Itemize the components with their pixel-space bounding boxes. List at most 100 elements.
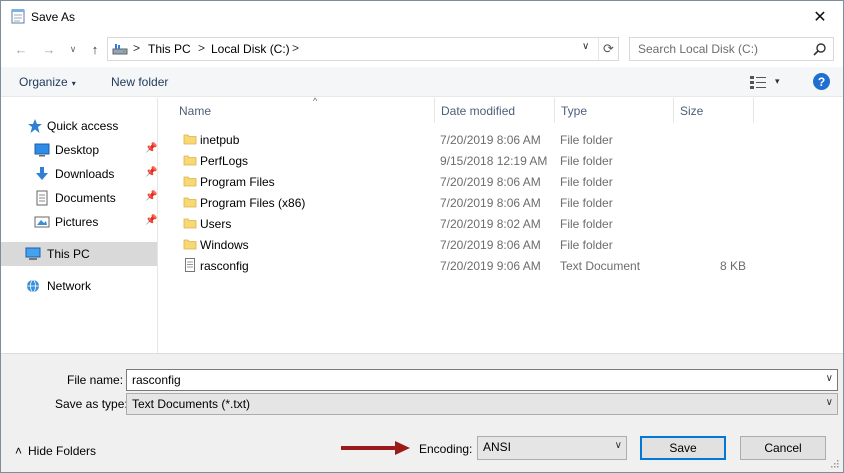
- encoding-select[interactable]: ANSI ∨: [477, 436, 627, 460]
- file-name: PerfLogs: [200, 154, 249, 168]
- save-type-select[interactable]: Text Documents (*.txt) ∨: [126, 393, 838, 415]
- column-label: Type: [561, 104, 588, 118]
- file-name: Users: [200, 217, 232, 231]
- file-name: Program Files (x86): [200, 196, 306, 210]
- file-type: File folder: [560, 154, 613, 168]
- column-header-name[interactable]: Name ^: [173, 96, 435, 123]
- column-label: Name: [179, 104, 212, 118]
- file-name-value: rasconfig: [132, 373, 181, 387]
- file-name: inetpub: [200, 133, 240, 147]
- file-name-label: File name:: [67, 373, 124, 387]
- organize-menu[interactable]: Organize ▾: [19, 75, 76, 89]
- nav-item-network[interactable]: Network: [1, 274, 157, 298]
- pin-icon: 📌: [145, 143, 158, 154]
- file-row[interactable]: PerfLogs 9/15/2018 12:19 AM File folder: [159, 150, 843, 171]
- column-label: Date modified: [441, 104, 516, 118]
- hide-folders-button[interactable]: ˄ Hide Folders: [15, 444, 96, 458]
- up-button[interactable]: ↑: [85, 39, 105, 59]
- drive-icon: [112, 44, 128, 55]
- file-type: File folder: [560, 133, 613, 147]
- chevron-down-icon: ∨: [825, 397, 833, 408]
- desktop-icon: [34, 143, 50, 157]
- nav-label: Quick access: [47, 119, 119, 133]
- new-folder-button[interactable]: New folder: [111, 75, 168, 89]
- file-name-input[interactable]: rasconfig ∨: [126, 369, 838, 391]
- search-input[interactable]: Search Local Disk (C:): [629, 37, 834, 61]
- column-header-size[interactable]: Size: [674, 98, 754, 123]
- text-file-icon: [183, 258, 197, 272]
- pin-icon: 📌: [145, 167, 158, 178]
- nav-item-downloads[interactable]: Downloads 📌: [1, 162, 157, 186]
- breadcrumb-separator: >: [292, 41, 300, 55]
- chevron-down-icon: ∨: [614, 440, 622, 451]
- back-button[interactable]: ←: [11, 39, 31, 59]
- file-list: Name ^ Date modified Type Size inetpub 7/…: [159, 96, 843, 353]
- column-header-date[interactable]: Date modified: [435, 98, 555, 123]
- organize-label: Organize: [19, 75, 68, 89]
- folder-icon: [183, 153, 197, 167]
- download-icon: [36, 167, 48, 180]
- refresh-button[interactable]: ⟳: [598, 38, 618, 60]
- nav-item-this-pc[interactable]: This PC: [1, 242, 157, 266]
- file-name: Program Files: [200, 175, 275, 189]
- search-icon[interactable]: [813, 42, 827, 56]
- encoding-label: Encoding:: [419, 442, 473, 456]
- refresh-icon: ⟳: [603, 41, 614, 56]
- breadcrumb-separator: >: [133, 41, 141, 55]
- hide-folders-label: Hide Folders: [28, 444, 97, 458]
- help-icon[interactable]: ?: [813, 73, 830, 90]
- chevron-down-icon: ∨: [69, 43, 77, 54]
- file-type: File folder: [560, 175, 613, 189]
- file-row[interactable]: Program Files (x86) 7/20/2019 8:06 AM File…: [159, 192, 843, 213]
- file-type: Text Document: [560, 259, 641, 273]
- folder-icon: [183, 237, 197, 251]
- forward-button[interactable]: →: [39, 39, 59, 59]
- nav-item-pictures[interactable]: Pictures 📌: [1, 210, 157, 234]
- breadcrumb-local-disk[interactable]: Local Disk (C:): [211, 42, 290, 56]
- file-row[interactable]: Users 7/20/2019 8:02 AM File folder: [159, 213, 843, 234]
- address-bar[interactable]: > This PC > Local Disk (C:) > ∨ ⟳: [107, 37, 619, 61]
- command-bar: Organize ▾ New folder ▾ ?: [1, 67, 843, 97]
- folder-icon: [183, 195, 197, 209]
- save-button[interactable]: Save: [640, 436, 726, 460]
- caret-down-icon: ▾: [71, 79, 76, 88]
- file-row[interactable]: rasconfig 7/20/2019 9:06 AM Text Document 8…: [159, 255, 843, 276]
- recent-locations-button[interactable]: ∨: [63, 39, 83, 59]
- file-row[interactable]: inetpub 7/20/2019 8:06 AM File folder: [159, 129, 843, 150]
- address-dropdown-icon[interactable]: ∨: [582, 41, 589, 52]
- breadcrumb-separator: >: [198, 41, 206, 55]
- file-date: 7/20/2019 8:06 AM: [440, 133, 541, 147]
- file-date: 7/20/2019 8:06 AM: [440, 175, 541, 189]
- network-icon: [27, 279, 39, 293]
- file-type: File folder: [560, 217, 613, 231]
- file-row[interactable]: Program Files 7/20/2019 8:06 AM File folde…: [159, 171, 843, 192]
- folder-icon: [183, 132, 197, 146]
- file-row[interactable]: Windows 7/20/2019 8:06 AM File folder: [159, 234, 843, 255]
- breadcrumb-this-pc[interactable]: This PC: [148, 42, 191, 56]
- chevron-down-icon[interactable]: ∨: [826, 373, 833, 384]
- nav-item-documents[interactable]: Documents 📌: [1, 186, 157, 210]
- file-type: File folder: [560, 238, 613, 252]
- arrow-up-icon: ↑: [91, 41, 99, 57]
- close-button[interactable]: ✕: [797, 1, 843, 32]
- save-type-value: Text Documents (*.txt): [132, 397, 251, 411]
- search-placeholder: Search Local Disk (C:): [638, 42, 759, 56]
- file-name: rasconfig: [200, 259, 249, 273]
- file-date: 9/15/2018 12:19 AM: [440, 154, 548, 168]
- file-date: 7/20/2019 8:06 AM: [440, 196, 541, 210]
- view-options-icon[interactable]: [749, 75, 767, 89]
- nav-item-quick-access[interactable]: Quick access: [1, 114, 157, 138]
- nav-label: This PC: [47, 247, 90, 261]
- column-header-type[interactable]: Type: [555, 98, 674, 123]
- view-dropdown-icon[interactable]: ▾: [775, 76, 780, 87]
- sort-ascending-icon: ^: [313, 96, 318, 106]
- nav-label: Downloads: [55, 167, 115, 181]
- annotation-arrow-icon: [341, 441, 410, 455]
- file-size: 8 KB: [719, 259, 746, 273]
- nav-label: Documents: [55, 191, 116, 205]
- resize-grip-icon[interactable]: [829, 458, 839, 468]
- save-as-dialog: Save As ✕ ← → ∨ ↑ > This PC > Local Disk…: [0, 0, 844, 473]
- nav-item-desktop[interactable]: Desktop 📌: [1, 138, 157, 162]
- file-date: 7/20/2019 9:06 AM: [440, 259, 541, 273]
- cancel-button[interactable]: Cancel: [740, 436, 826, 460]
